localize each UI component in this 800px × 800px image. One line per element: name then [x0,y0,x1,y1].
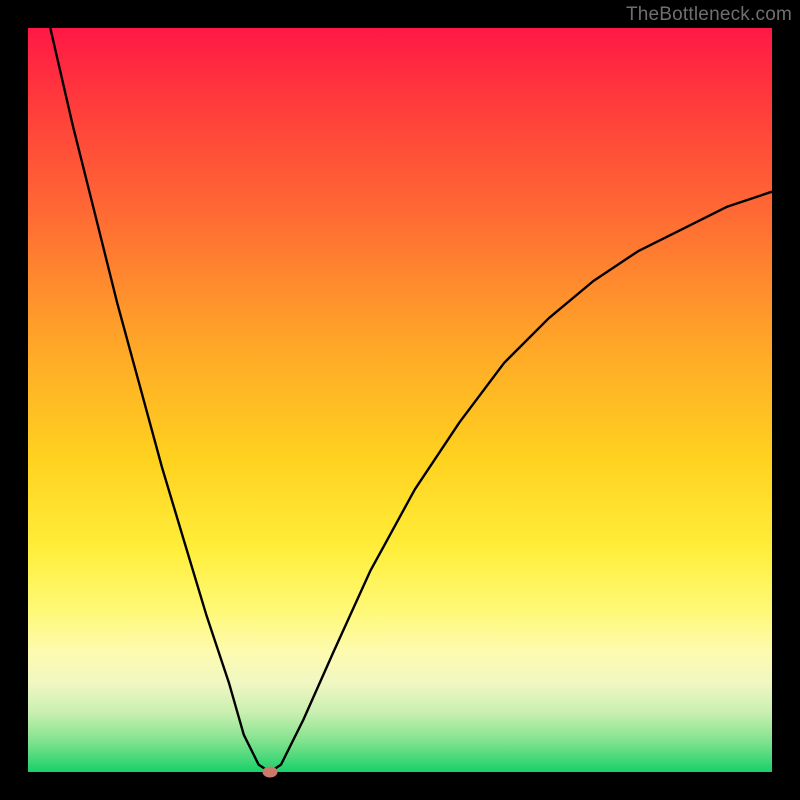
watermark-text: TheBottleneck.com [626,4,792,26]
chart-frame: TheBottleneck.com [0,0,800,800]
optimal-point-marker [262,767,277,778]
chart-plot-area [28,28,772,772]
bottleneck-curve [28,28,772,772]
